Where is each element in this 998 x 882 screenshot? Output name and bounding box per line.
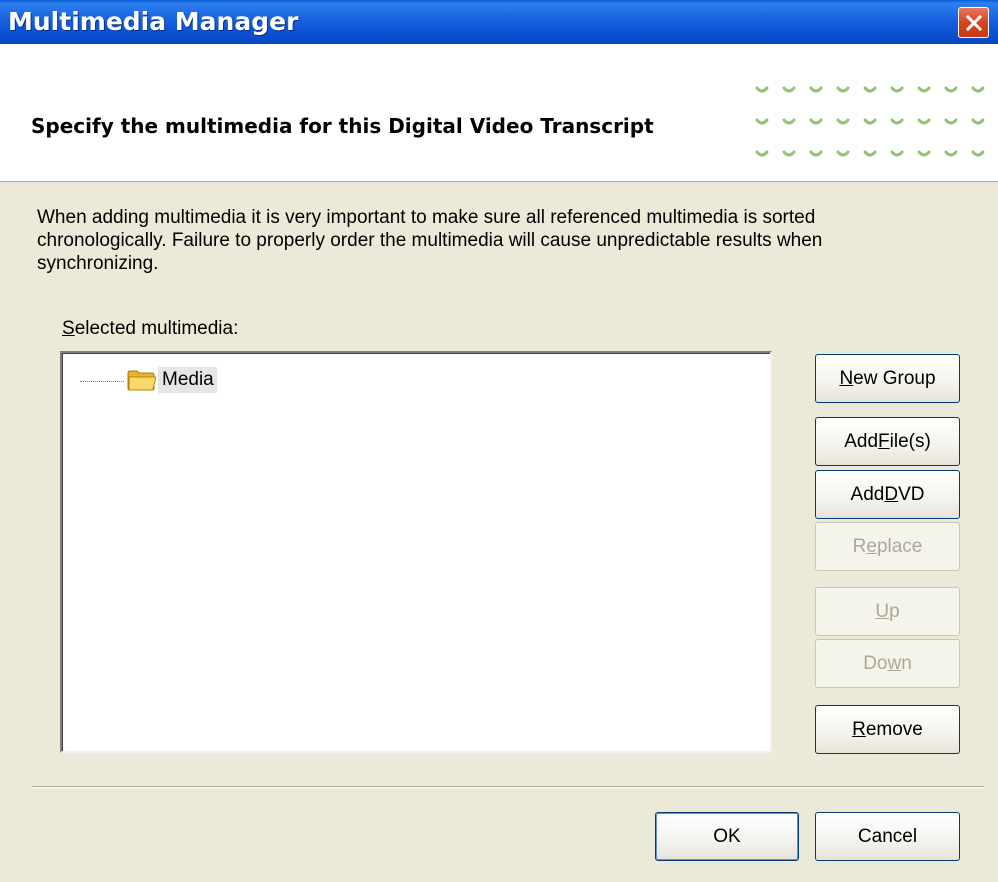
button-label: ew Group — [853, 367, 936, 389]
header-title: Specify the multimedia for this Digital … — [31, 114, 654, 138]
tree-item-media[interactable]: Media — [80, 367, 217, 393]
ok-button[interactable]: OK — [655, 812, 799, 861]
down-button[interactable]: Do w n — [815, 639, 960, 688]
button-label: ile(s) — [889, 430, 931, 452]
decor-dot — [755, 150, 769, 157]
button-label: emove — [865, 718, 923, 740]
decor-dot — [917, 86, 931, 93]
decor-dot — [836, 118, 850, 125]
multimedia-manager-dialog: Multimedia Manager Specify the multimedi… — [0, 0, 998, 882]
decor-dot — [917, 118, 931, 125]
multimedia-tree[interactable]: Media — [60, 351, 772, 753]
mnemonic-letter: w — [887, 652, 902, 674]
add-dvd-button[interactable]: Add D VD — [815, 470, 960, 519]
decor-dot — [944, 150, 958, 157]
decor-dot — [836, 150, 850, 157]
close-icon — [965, 14, 982, 31]
decor-dot — [755, 86, 769, 93]
mnemonic-letter: N — [839, 367, 854, 389]
title-bar[interactable]: Multimedia Manager — [0, 0, 998, 44]
selected-multimedia-label: Selected multimedia: — [62, 318, 238, 340]
replace-button[interactable]: Re place — [815, 522, 960, 571]
decor-dot — [836, 86, 850, 93]
up-button[interactable]: Up — [815, 587, 960, 636]
button-label: place — [876, 535, 923, 557]
dots-decoration-icon — [755, 86, 985, 157]
add-files-button[interactable]: Add File(s) — [815, 417, 960, 466]
mnemonic-letter: e — [866, 535, 877, 557]
decor-dot — [971, 86, 985, 93]
decor-dot — [971, 118, 985, 125]
decor-dot — [890, 118, 904, 125]
decor-dot — [863, 86, 877, 93]
close-button[interactable] — [958, 7, 989, 38]
decor-dot — [863, 150, 877, 157]
cancel-button[interactable]: Cancel — [815, 812, 960, 861]
decor-dot — [944, 86, 958, 93]
button-label: Do — [863, 652, 888, 674]
decor-dot — [755, 118, 769, 125]
decor-dot — [809, 150, 823, 157]
button-label: n — [901, 652, 912, 674]
new-group-button[interactable]: New Group — [815, 354, 960, 403]
mnemonic-letter: D — [884, 483, 899, 505]
remove-button[interactable]: Remove — [815, 705, 960, 754]
button-label: p — [889, 600, 900, 622]
button-label: VD — [898, 483, 925, 505]
decor-dot — [917, 150, 931, 157]
window-title: Multimedia Manager — [8, 7, 299, 36]
tree-connector — [80, 380, 124, 382]
decor-dot — [971, 150, 985, 157]
decor-dot — [782, 86, 796, 93]
decor-dot — [863, 118, 877, 125]
tree-item-label: Media — [158, 367, 217, 393]
footer-separator — [32, 786, 984, 788]
decor-dot — [782, 118, 796, 125]
decor-dot — [944, 118, 958, 125]
mnemonic-letter: U — [875, 600, 890, 622]
decor-dot — [782, 150, 796, 157]
button-label: R — [852, 535, 867, 557]
mnemonic-letter: R — [852, 718, 866, 740]
wizard-header: Specify the multimedia for this Digital … — [0, 44, 998, 182]
button-label: Add — [844, 430, 879, 452]
mnemonic-letter: F — [878, 430, 890, 452]
decor-dot — [809, 86, 823, 93]
label-text: elected multimedia: — [74, 318, 239, 339]
decor-dot — [809, 118, 823, 125]
decor-dot — [890, 86, 904, 93]
instructions-text: When adding multimedia it is very import… — [37, 207, 823, 274]
mnemonic-letter: S — [62, 318, 75, 339]
decor-dot — [890, 150, 904, 157]
button-label: Add — [850, 483, 885, 505]
folder-icon — [127, 370, 157, 391]
